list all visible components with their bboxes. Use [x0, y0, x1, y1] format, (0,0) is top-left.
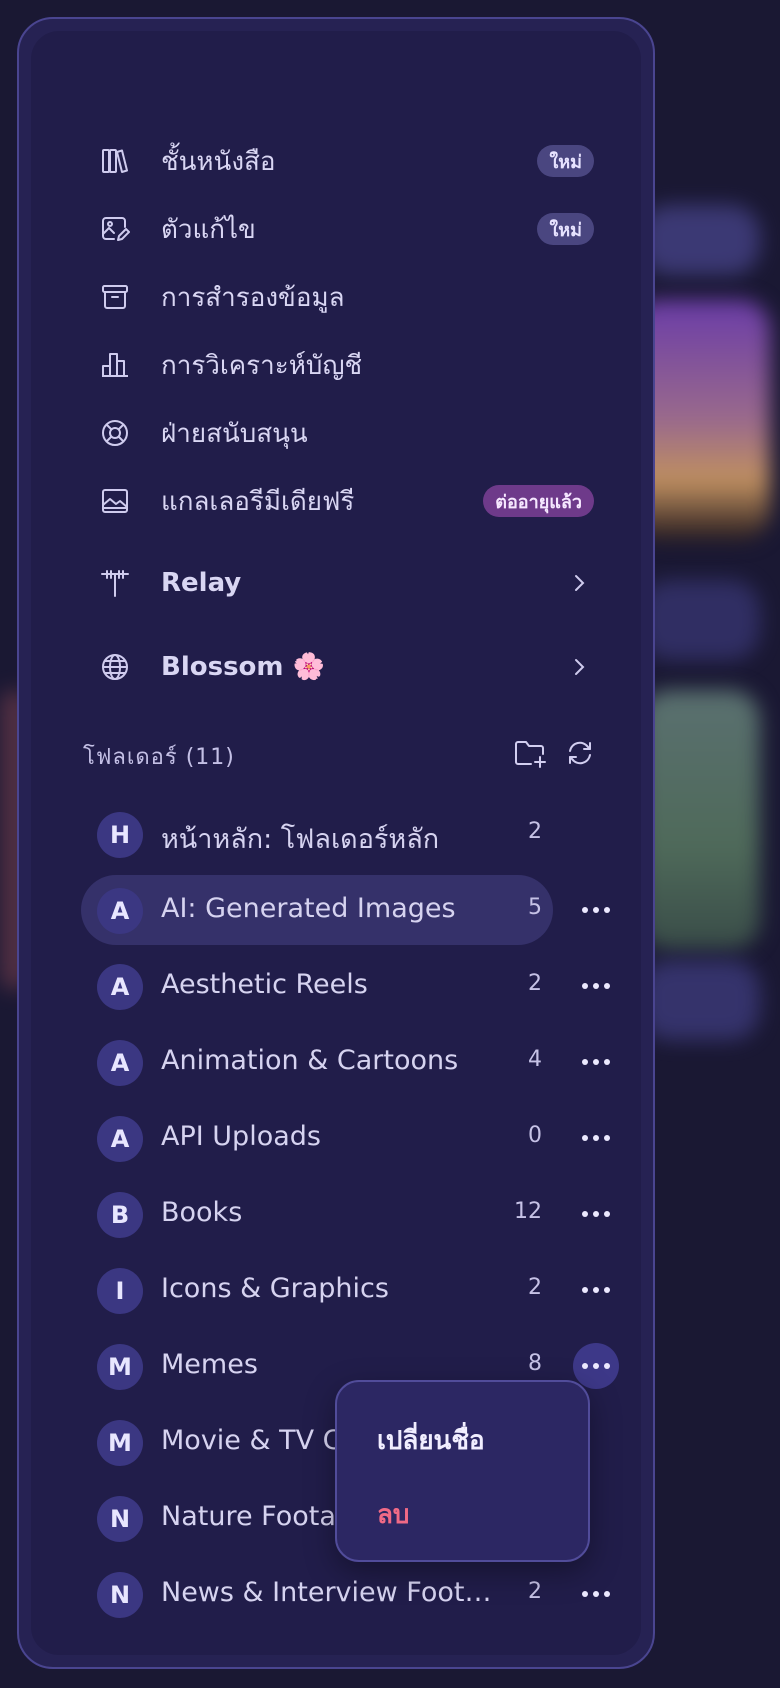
folder-avatar: A — [97, 888, 143, 934]
more-options-button[interactable] — [573, 1115, 619, 1161]
more-options-button[interactable] — [573, 1191, 619, 1237]
rename-menu-item[interactable]: เปลี่ยนชื่อ — [377, 1420, 485, 1461]
more-dots-icon — [582, 1287, 610, 1293]
folder-avatar: M — [97, 1420, 143, 1466]
new-badge: ใหม่ — [537, 213, 594, 245]
folder-avatar: I — [97, 1268, 143, 1314]
more-options-button[interactable] — [573, 1343, 619, 1389]
folders-title: โฟลเดอร์ (11) — [83, 745, 235, 770]
more-options-button[interactable] — [573, 887, 619, 933]
nav-label: Blossom 🌸 — [161, 652, 325, 682]
folder-item[interactable]: H หน้าหลัก: โฟลเดอร์หลัก 2 — [79, 799, 619, 869]
folder-avatar: A — [97, 964, 143, 1010]
folder-count: 2 — [528, 819, 542, 844]
more-dots-icon — [582, 1059, 610, 1065]
more-dots-icon — [582, 1363, 610, 1369]
refresh-icon[interactable] — [566, 739, 594, 773]
folder-count: 2 — [528, 1275, 542, 1300]
chevron-right-icon — [569, 573, 589, 593]
menu-item-label: การวิเคราะห์บัญชี — [161, 350, 363, 381]
folder-avatar: A — [97, 1116, 143, 1162]
background-blur — [640, 205, 760, 275]
bar-chart-icon — [99, 349, 131, 381]
menu-item-label: ตัวแก้ไข — [161, 214, 256, 245]
folder-item[interactable]: B Books 12 — [79, 1179, 619, 1249]
background-blur — [640, 960, 760, 1040]
menu-item-support[interactable]: ฝ่ายสนับสนุน — [79, 403, 619, 463]
menu-item-label: ชั้นหนังสือ — [161, 146, 276, 177]
folder-avatar: N — [97, 1572, 143, 1618]
folder-count: 0 — [528, 1123, 542, 1148]
folder-item[interactable]: A Animation & Cartoons 4 — [79, 1027, 619, 1097]
more-options-button[interactable] — [573, 1039, 619, 1085]
folder-count: 2 — [528, 1579, 542, 1604]
antenna-icon — [99, 567, 131, 599]
more-options-button[interactable] — [573, 1267, 619, 1313]
folder-avatar: M — [97, 1344, 143, 1390]
nav-blossom[interactable]: Blossom 🌸 — [79, 637, 619, 697]
folder-name: API Uploads — [161, 1121, 321, 1152]
more-dots-icon — [582, 1211, 610, 1217]
folder-count: 2 — [528, 971, 542, 996]
folder-avatar: A — [97, 1040, 143, 1086]
more-dots-icon — [582, 907, 610, 913]
folder-count: 4 — [528, 1047, 542, 1072]
folder-name: News & Interview Footage — [161, 1577, 506, 1608]
folder-plus-icon[interactable] — [514, 739, 548, 773]
globe-icon — [99, 651, 131, 683]
menu-item-library[interactable]: ชั้นหนังสือ ใหม่ — [79, 131, 619, 191]
more-dots-icon — [582, 983, 610, 989]
folder-count: 8 — [528, 1351, 542, 1376]
library-icon — [99, 145, 131, 177]
archive-icon — [99, 281, 131, 313]
nav-label: Relay — [161, 568, 242, 598]
folder-item[interactable]: I Icons & Graphics 2 — [79, 1255, 619, 1325]
lifebuoy-icon — [99, 417, 131, 449]
chevron-right-icon — [569, 657, 589, 677]
menu-item-label: แกลเลอรีมีเดียฟรี — [161, 486, 355, 517]
background-blur — [640, 690, 760, 950]
folder-name: Memes — [161, 1349, 258, 1380]
folder-name: Icons & Graphics — [161, 1273, 389, 1304]
menu-item-analytics[interactable]: การวิเคราะห์บัญชี — [79, 335, 619, 395]
folder-avatar: H — [97, 812, 143, 858]
folder-count: 12 — [514, 1199, 542, 1224]
folder-item[interactable]: A API Uploads 0 — [79, 1103, 619, 1173]
image-edit-icon — [99, 213, 131, 245]
menu-item-label: การสำรองข้อมูล — [161, 282, 345, 313]
folder-name: Aesthetic Reels — [161, 969, 368, 1000]
folder-name: AI: Generated Images — [161, 893, 456, 924]
menu-item-free-gallery[interactable]: แกลเลอรีมีเดียฟรี ต่ออายุแล้ว — [79, 471, 619, 531]
background-blur — [640, 580, 760, 660]
more-options-button[interactable] — [573, 963, 619, 1009]
delete-menu-item[interactable]: ลบ — [377, 1494, 409, 1535]
more-options-button[interactable] — [573, 1571, 619, 1617]
gallery-icon — [99, 485, 131, 517]
menu-item-editor[interactable]: ตัวแก้ไข ใหม่ — [79, 199, 619, 259]
menu-item-backup[interactable]: การสำรองข้อมูล — [79, 267, 619, 327]
folder-context-menu: เปลี่ยนชื่อ ลบ — [335, 1380, 590, 1562]
scrollbar[interactable] — [654, 819, 655, 909]
renewed-badge: ต่ออายุแล้ว — [483, 485, 594, 517]
folder-name: Books — [161, 1197, 243, 1228]
folder-name: หน้าหลัก: โฟลเดอร์หลัก — [161, 824, 440, 855]
folder-name: Animation & Cartoons — [161, 1045, 459, 1076]
nav-relay[interactable]: Relay — [79, 553, 619, 613]
more-dots-icon — [582, 1591, 610, 1597]
folder-item[interactable]: A AI: Generated Images 5 — [79, 875, 619, 945]
folder-item[interactable]: N News & Interview Footage 2 — [79, 1559, 619, 1629]
menu-item-label: ฝ่ายสนับสนุน — [161, 418, 308, 449]
folder-item[interactable]: A Aesthetic Reels 2 — [79, 951, 619, 1021]
more-dots-icon — [582, 1135, 610, 1141]
folder-avatar: N — [97, 1496, 143, 1542]
folders-actions — [514, 739, 594, 773]
folder-avatar: B — [97, 1192, 143, 1238]
folder-count: 5 — [528, 895, 542, 920]
new-badge: ใหม่ — [537, 145, 594, 177]
